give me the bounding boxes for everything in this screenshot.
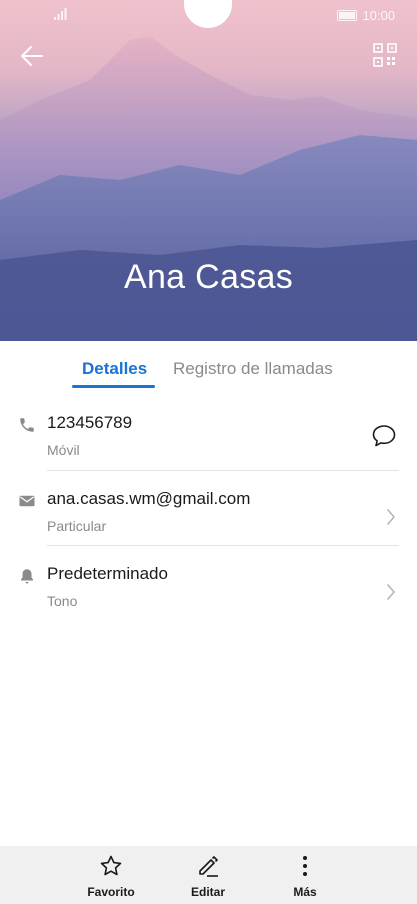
- phone-number: 123456789: [47, 413, 133, 432]
- divider: [47, 545, 399, 546]
- email-address: ana.casas.wm@gmail.com: [47, 489, 251, 508]
- tab-details[interactable]: Detalles: [82, 359, 147, 379]
- email-type: Particular: [47, 518, 107, 534]
- phone-type: Móvil: [47, 442, 80, 458]
- edit-button[interactable]: Editar: [168, 846, 248, 904]
- ringtone-row[interactable]: Predeterminado Tono: [0, 559, 417, 629]
- pencil-icon: [199, 855, 219, 877]
- email-icon: [19, 495, 35, 507]
- message-icon[interactable]: [371, 423, 397, 449]
- favorite-button[interactable]: Favorito: [71, 846, 151, 904]
- phone-icon: [20, 418, 34, 432]
- email-row[interactable]: ana.casas.wm@gmail.com Particular: [0, 484, 417, 554]
- ringtone-name: Predeterminado: [47, 564, 168, 583]
- star-icon: [100, 855, 122, 876]
- bell-icon: [21, 569, 33, 584]
- chevron-right-icon: [387, 509, 395, 525]
- qr-code-icon[interactable]: [373, 43, 397, 67]
- ringtone-label: Tono: [47, 593, 78, 609]
- contact-name: Ana Casas: [123, 258, 293, 296]
- divider: [47, 470, 399, 471]
- more-vertical-icon: [303, 856, 307, 876]
- phone-row[interactable]: 123456789 Móvil: [0, 408, 417, 478]
- contact-header: 10:00 Ana Casas: [0, 0, 417, 341]
- favorite-label: Favorito: [87, 885, 135, 899]
- signal-icon: [54, 8, 67, 20]
- edit-label: Editar: [190, 885, 225, 899]
- more-label: Más: [293, 885, 317, 899]
- battery-icon: [337, 10, 357, 21]
- tab-call-log[interactable]: Registro de llamadas: [173, 359, 333, 379]
- bottom-action-bar: Favorito Editar Más: [0, 846, 417, 904]
- back-arrow-icon[interactable]: [18, 42, 46, 70]
- status-time: 10:00: [362, 8, 395, 23]
- tab-bar: Detalles Registro de llamadas: [0, 352, 417, 392]
- more-button[interactable]: Más: [265, 846, 345, 904]
- chevron-right-icon: [387, 584, 395, 600]
- active-tab-indicator: [72, 385, 155, 388]
